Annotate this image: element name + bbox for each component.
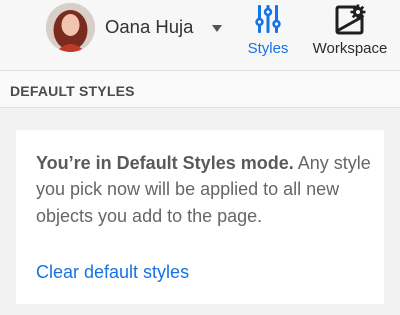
top-bar: Oana Huja Styles Workspace (0, 0, 400, 71)
info-text: You’re in Default Styles mode. Any style… (36, 150, 376, 229)
clear-default-styles-link[interactable]: Clear default styles (36, 262, 189, 283)
default-styles-info-card: You’re in Default Styles mode. Any style… (16, 130, 384, 304)
chevron-down-icon[interactable] (212, 25, 222, 32)
styles-label: Styles (247, 40, 289, 57)
workspace-label: Workspace (312, 40, 388, 57)
avatar[interactable] (46, 3, 95, 52)
styles-button[interactable]: Styles (238, 0, 298, 62)
user-name[interactable]: Oana Huja (105, 16, 193, 38)
workspace-gear-icon (306, 3, 394, 35)
info-heading: You’re in Default Styles mode. (36, 153, 294, 173)
section-title: DEFAULT STYLES (10, 83, 135, 99)
workspace-button[interactable]: Workspace (306, 0, 394, 62)
sliders-icon (238, 3, 298, 35)
section-header: DEFAULT STYLES (0, 71, 400, 108)
